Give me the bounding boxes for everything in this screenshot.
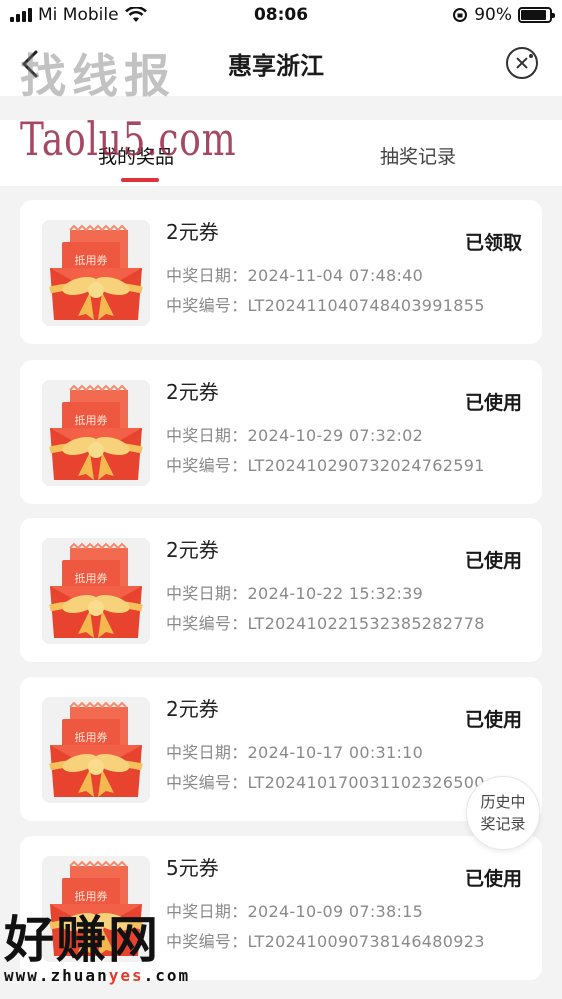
watermark-url: Taolu5.com: [20, 112, 237, 166]
prize-date: 中奖日期：2024-10-17 00:31:10: [166, 739, 423, 763]
prize-thumbnail: 抵用券: [42, 697, 150, 803]
voucher-gift-icon: 抵用券: [42, 380, 150, 486]
prize-code-label: 中奖编号：: [166, 773, 248, 792]
prize-code-label: 中奖编号：: [166, 296, 248, 315]
prize-title: 5元券: [166, 856, 219, 880]
prize-date: 中奖日期：2024-10-22 15:32:39: [166, 580, 423, 604]
prize-code-value: LT202410090738146480923: [247, 932, 485, 951]
rotation-lock-icon: [453, 8, 468, 22]
prize-title: 2元券: [166, 220, 219, 244]
prize-code-value: LT202410290732024762591: [247, 456, 485, 475]
watermark-logo-bottom: 好赚网 www.zhuanyes.com: [4, 900, 204, 985]
prize-code-value: LT202410221532385282778: [247, 614, 485, 633]
prize-title: 2元券: [166, 697, 219, 721]
prize-date-value: 2024-10-17 00:31:10: [247, 743, 424, 762]
watermark-small-c: .com: [143, 966, 191, 985]
voucher-gift-icon: 抵用券: [42, 220, 150, 326]
prize-date: 中奖日期：2024-10-29 07:32:02: [166, 422, 423, 446]
prize-code: 中奖编号：LT202410090738146480923: [166, 928, 485, 952]
thumb-label-text: 抵用券: [75, 413, 108, 427]
prize-card[interactable]: 抵用券 2元券 已领取 中奖日期：2024-11-04 07:48:40 中奖编…: [20, 200, 542, 344]
prize-title: 2元券: [166, 538, 219, 562]
watermark-bottom-small: www.zhuanyes.com: [4, 966, 204, 985]
status-right: 90%: [452, 5, 555, 25]
history-button-line1: 历史中: [480, 793, 526, 811]
battery-percent: 90%: [474, 5, 512, 25]
prize-date-label: 中奖日期：: [166, 743, 248, 762]
tab-draw-records[interactable]: 抽奖记录: [380, 142, 456, 169]
prize-date-label: 中奖日期：: [166, 426, 248, 445]
prize-thumbnail: 抵用券: [42, 220, 150, 326]
watermark-small-b: yes: [108, 966, 144, 985]
prize-date-value: 2024-10-29 07:32:02: [247, 426, 424, 445]
voucher-gift-icon: 抵用券: [42, 538, 150, 644]
prize-status: 已使用: [464, 709, 522, 731]
prize-thumbnail: 抵用券: [42, 538, 150, 644]
prize-code: 中奖编号：LT202410221532385282778: [166, 610, 485, 634]
prize-code-value: LT202411040748403991855: [247, 296, 485, 315]
prize-status: 已使用: [464, 392, 522, 414]
prize-status: 已领取: [464, 232, 522, 254]
prize-date: 中奖日期：2024-10-09 07:38:15: [166, 898, 423, 922]
prize-date-label: 中奖日期：: [166, 266, 248, 285]
history-button-line2: 奖记录: [480, 815, 526, 833]
thumb-label-text: 抵用券: [75, 730, 108, 744]
prize-code-label: 中奖编号：: [166, 456, 248, 475]
thumb-label-text: 抵用券: [75, 571, 108, 585]
watermark-text-top: 找线报: [20, 49, 176, 103]
tab-active-indicator: [121, 178, 159, 182]
close-icon: [529, 54, 533, 58]
prize-date-value: 2024-11-04 07:48:40: [247, 266, 424, 285]
prize-status: 已使用: [464, 550, 522, 572]
prize-code-value: LT202410170031102326500: [247, 773, 485, 792]
page-title: 惠享浙江: [228, 52, 324, 80]
prize-code-label: 中奖编号：: [166, 614, 248, 633]
voucher-gift-icon: 抵用券: [42, 697, 150, 803]
prize-card[interactable]: 抵用券 2元券 已使用 中奖日期：2024-10-17 00:31:10 中奖编…: [20, 677, 542, 821]
prize-code: 中奖编号：LT202410170031102326500: [166, 769, 485, 793]
battery-icon: [518, 7, 555, 23]
prize-date-value: 2024-10-09 07:38:15: [247, 902, 424, 921]
thumb-label-text: 抵用券: [75, 253, 108, 267]
prize-code: 中奖编号：LT202411040748403991855: [166, 292, 485, 316]
status-bar: Mi Mobile 08:06 90%: [0, 0, 562, 32]
prize-date-value: 2024-10-22 15:32:39: [247, 584, 424, 603]
prize-date-label: 中奖日期：: [166, 584, 248, 603]
prize-thumbnail: 抵用券: [42, 380, 150, 486]
prize-card[interactable]: 抵用券 2元券 已使用 中奖日期：2024-10-22 15:32:39 中奖编…: [20, 518, 542, 662]
prize-title: 2元券: [166, 380, 219, 404]
prize-status: 已使用: [464, 868, 522, 890]
history-prizes-button[interactable]: 历史中 奖记录: [466, 776, 540, 850]
close-button[interactable]: [506, 47, 538, 79]
prize-code: 中奖编号：LT202410290732024762591: [166, 452, 485, 476]
prize-date: 中奖日期：2024-11-04 07:48:40: [166, 262, 423, 286]
watermark-bottom-big: 好赚网: [4, 911, 160, 969]
watermark-small-a: www.zhuan: [4, 966, 109, 985]
prize-card[interactable]: 抵用券 2元券 已使用 中奖日期：2024-10-29 07:32:02 中奖编…: [20, 360, 542, 504]
